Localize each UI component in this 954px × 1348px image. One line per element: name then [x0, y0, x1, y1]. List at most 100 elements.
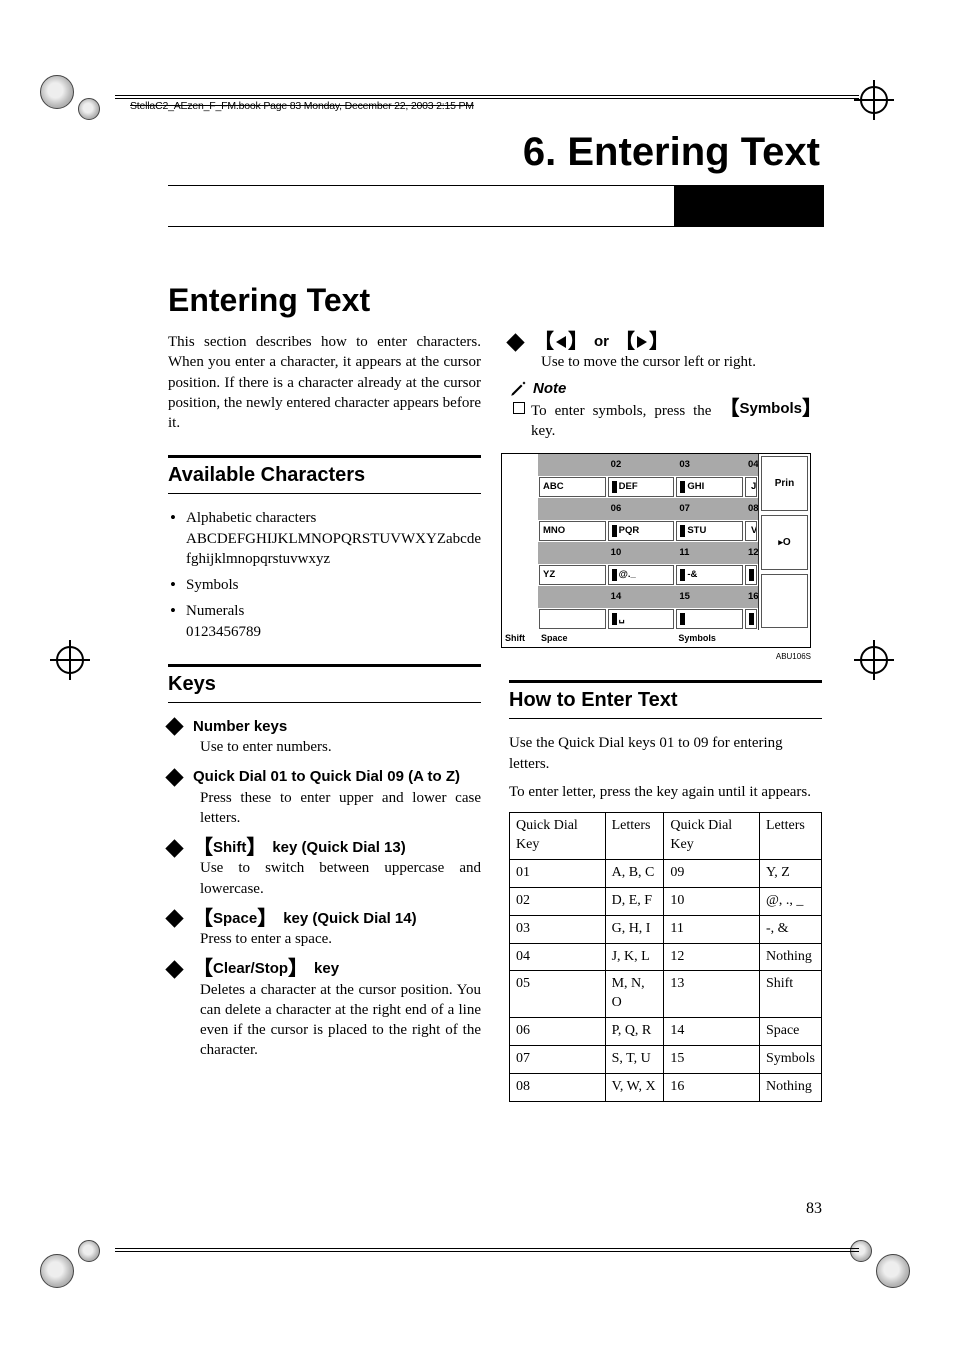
quick-dial-table: Quick Dial Key Letters Quick Dial Key Le… — [509, 812, 822, 1102]
key-title: Number keys — [193, 717, 287, 737]
key-title-suffix: key (Quick Dial 14) — [283, 909, 416, 929]
keypad-letters — [539, 609, 606, 629]
checkbox-icon — [513, 402, 525, 414]
or-text: or — [594, 332, 609, 352]
table-cell: S, T, U — [605, 1046, 664, 1074]
key-item-space: 【Space】 key (Quick Dial 14) Press to ent… — [168, 909, 481, 950]
key-body: Use to switch between uppercase and lowe… — [168, 858, 481, 899]
shift-key-label: 【Shift】 — [193, 838, 266, 858]
available-characters-heading: Available Characters — [168, 455, 481, 494]
keypad-side-panel: Prin ▸O — [758, 454, 810, 630]
key-item-clearstop: 【Clear/Stop】 key Deletes a character at … — [168, 959, 481, 1060]
symbols-key-label: 【Symbols】 — [719, 399, 822, 419]
key-body: Use to move the cursor left or right. — [509, 352, 822, 372]
side-box — [761, 574, 808, 629]
item-label: Symbols — [186, 577, 239, 593]
key-body: Deletes a character at the cursor positi… — [168, 980, 481, 1061]
right-arrow-key: 【】 — [615, 332, 669, 352]
table-cell: Nothing — [759, 1073, 821, 1101]
key-item-shift: 【Shift】 key (Quick Dial 13) Use to switc… — [168, 838, 481, 899]
table-cell: 04 — [510, 943, 606, 971]
keypad-letters: YZ — [539, 565, 606, 585]
diamond-icon — [165, 910, 183, 928]
keypad-num: 10 — [607, 542, 676, 564]
table-row: 06P, Q, R14Space — [510, 1018, 822, 1046]
table-cell: 14 — [664, 1018, 760, 1046]
keypad-num: 07 — [675, 498, 744, 520]
keypad-figure: 02 03 04 Prin ▸O ABC DEF GHI JKL 06 — [501, 453, 811, 662]
keypad-bottom-label: Shift — [502, 632, 538, 644]
howto-heading: How to Enter Text — [509, 680, 822, 719]
available-characters-list: Alphabetic characters ABCDEFGHIJKLMNOPQR… — [168, 508, 481, 642]
keypad-num: 08 — [744, 498, 758, 520]
crop-mark-tl-small — [78, 98, 100, 120]
table-head: Quick Dial Key — [510, 813, 606, 860]
keypad-num: 06 — [607, 498, 676, 520]
table-cell: D, E, F — [605, 887, 664, 915]
key-title-suffix: key (Quick Dial 13) — [272, 838, 405, 858]
table-cell: V, W, X — [605, 1073, 664, 1101]
keypad-letters — [745, 609, 757, 629]
note-text-pre: To enter symbols, press the — [531, 403, 719, 419]
keypad-letters: MNO — [539, 521, 606, 541]
chapter-title: 6. Entering Text — [168, 130, 824, 185]
table-cell: J, K, L — [605, 943, 664, 971]
keypad-letters: JKL — [745, 477, 757, 497]
keypad-num: 15 — [675, 586, 744, 608]
table-cell: Shift — [759, 971, 821, 1018]
diamond-icon — [165, 718, 183, 736]
diamond-icon — [165, 768, 183, 786]
right-column: 【】 or 【】 Use to move the cursor left or … — [509, 332, 822, 1102]
table-cell: 11 — [664, 915, 760, 943]
table-cell: Nothing — [759, 943, 821, 971]
chapter-header: 6. Entering Text — [168, 130, 824, 240]
table-cell: Space — [759, 1018, 821, 1046]
crop-mark-bl-big — [40, 1254, 74, 1288]
left-column: This section describes how to enter char… — [168, 332, 481, 1102]
table-head: Letters — [759, 813, 821, 860]
table-cell: 03 — [510, 915, 606, 943]
table-row: 07S, T, U15Symbols — [510, 1046, 822, 1074]
table-cell: G, H, I — [605, 915, 664, 943]
keypad-num: 11 — [675, 542, 744, 564]
key-title-suffix: key — [314, 959, 339, 979]
table-head: Letters — [605, 813, 664, 860]
table-row: 04J, K, L12Nothing — [510, 943, 822, 971]
table-cell: 15 — [664, 1046, 760, 1074]
side-box: ▸O — [761, 515, 808, 570]
keypad-letters: PQR — [608, 521, 675, 541]
keypad-letters: ␣ — [608, 609, 675, 629]
crop-mark-ml-cross — [50, 640, 90, 680]
key-title: Quick Dial 01 to Quick Dial 09 (A to Z) — [193, 767, 460, 787]
table-cell: 05 — [510, 971, 606, 1018]
section-title: Entering Text — [168, 282, 370, 319]
left-arrow-key: 【】 — [534, 332, 588, 352]
table-row: 05M, N, O13Shift — [510, 971, 822, 1018]
table-row: 08V, W, X16Nothing — [510, 1073, 822, 1101]
howto-p1: Use the Quick Dial keys 01 to 09 for ent… — [509, 733, 822, 774]
keypad-num — [538, 586, 607, 608]
arrow-right-icon — [637, 336, 647, 348]
keypad-num: 12 — [744, 542, 758, 564]
item-label: Alphabetic characters — [186, 510, 316, 526]
crop-mark-bl-small — [78, 1240, 100, 1262]
key-item-quickdial: Quick Dial 01 to Quick Dial 09 (A to Z) … — [168, 767, 481, 828]
table-cell: 08 — [510, 1073, 606, 1101]
list-item: Alphabetic characters ABCDEFGHIJKLMNOPQR… — [168, 508, 481, 569]
figure-reference: ABU106S — [501, 652, 811, 663]
crop-mark-br-big — [876, 1254, 910, 1288]
table-cell: 13 — [664, 971, 760, 1018]
table-cell: Symbols — [759, 1046, 821, 1074]
howto-p2: To enter letter, press the key again unt… — [509, 782, 822, 802]
list-item: Numerals 0123456789 — [168, 601, 481, 642]
keypad-num: 14 — [607, 586, 676, 608]
keypad-letters: GHI — [676, 477, 743, 497]
keypad-num — [538, 454, 607, 476]
key-body: Press to enter a space. — [168, 929, 481, 949]
table-cell: 06 — [510, 1018, 606, 1046]
keypad-letters — [745, 565, 757, 585]
arrow-left-icon — [556, 336, 566, 348]
table-cell: -, & — [759, 915, 821, 943]
table-row: 02D, E, F10@, ., _ — [510, 887, 822, 915]
page-number: 83 — [806, 1200, 822, 1218]
